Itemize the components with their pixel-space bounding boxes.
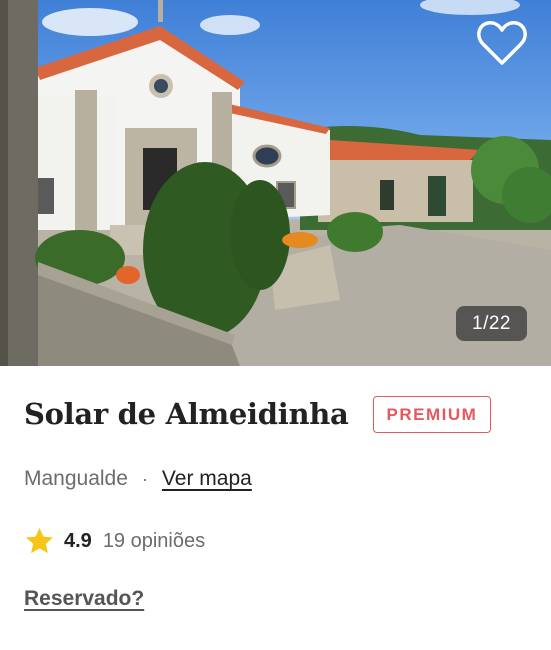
favorite-button[interactable]: [475, 18, 529, 68]
location-text: Mangualde: [24, 467, 128, 490]
view-map-link[interactable]: Ver mapa: [162, 467, 252, 491]
star-icon: [26, 527, 53, 553]
listing-title: Solar de Almeidinha: [24, 397, 349, 431]
reserved-link[interactable]: Reservado?: [24, 587, 144, 610]
rating-summary[interactable]: 4.9 19 opiniões: [24, 525, 527, 557]
rating-value: 4.9: [64, 529, 92, 552]
premium-badge: PREMIUM: [372, 395, 492, 433]
separator-dot: ·: [141, 468, 148, 489]
listing-photo[interactable]: 1/22: [0, 0, 551, 366]
reviews-count: 19 opiniões: [102, 529, 206, 552]
heart-outline-icon: [477, 21, 527, 65]
image-counter: 1/22: [456, 306, 527, 341]
